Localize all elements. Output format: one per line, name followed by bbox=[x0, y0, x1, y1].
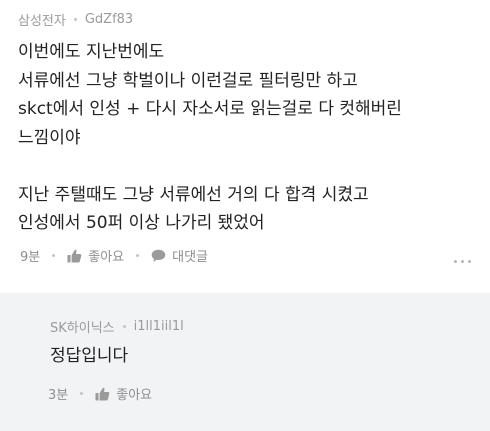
separator-dot bbox=[52, 254, 56, 257]
author-company: 삼성전자 bbox=[18, 14, 66, 29]
comment-line: 지난 주탤때도 그냥 서류에선 거의 다 합격 시켰고 bbox=[18, 184, 369, 205]
comment-line: 느낌이야 bbox=[18, 127, 81, 148]
comment-time: 9분 bbox=[20, 250, 41, 265]
reply-button[interactable]: 대댓글 bbox=[151, 246, 208, 265]
comment-line: 인성에서 50퍼 이상 나가리 됐었어 bbox=[18, 213, 265, 233]
reply-label: 대댓글 bbox=[172, 250, 209, 265]
separator-dot bbox=[136, 254, 140, 257]
comment: 삼성전자 GdZf83 이번에도 지난번에도 서류에선 그냥 학벌이나 이런걸로… bbox=[0, 0, 490, 293]
more-horizontal-icon bbox=[454, 260, 457, 263]
separator-dot bbox=[122, 325, 126, 328]
comment-body: 이번에도 지난번에도 서류에선 그냥 학벌이나 이런걸로 필터링만 하고 skc… bbox=[18, 38, 478, 238]
reply-comment: SK하이닉스 i1ll1iil1l 정답입니다 3분 좋아요 bbox=[0, 293, 490, 431]
reply-text: 정답입니다 bbox=[50, 346, 129, 366]
more-options-button[interactable] bbox=[454, 256, 471, 267]
author-nickname: GdZf83 bbox=[84, 12, 134, 27]
comment-line: skct에서 인성 + 다시 자소서로 읽는걸로 다 컷해버린 bbox=[18, 99, 402, 119]
separator-dot bbox=[73, 18, 77, 21]
reply-author-company: SK하이닉스 bbox=[50, 321, 115, 336]
comment-actions: 9분 좋아요 대댓글 bbox=[20, 246, 208, 265]
comment-author[interactable]: 삼성전자 GdZf83 bbox=[18, 10, 133, 29]
comment-line: 서류에선 그냥 학벌이나 이런걸로 필터링만 하고 bbox=[18, 70, 358, 91]
comment-line: 이번에도 지난번에도 bbox=[18, 42, 165, 62]
like-button[interactable]: 좋아요 bbox=[67, 246, 124, 265]
like-label: 좋아요 bbox=[88, 250, 125, 265]
reply-author-nickname: i1ll1iil1l bbox=[133, 319, 184, 334]
reply-time: 3분 bbox=[48, 388, 69, 403]
reply-author[interactable]: SK하이닉스 i1ll1iil1l bbox=[50, 317, 184, 336]
reply-body: 정답입니다 bbox=[50, 343, 490, 369]
thumbs-up-icon bbox=[67, 249, 82, 262]
speech-bubble-icon bbox=[151, 249, 166, 262]
comment-line-blank bbox=[18, 152, 478, 181]
reply-like-button[interactable]: 좋아요 bbox=[95, 384, 152, 403]
thumbs-up-icon bbox=[95, 387, 110, 400]
reply-actions: 3분 좋아요 bbox=[48, 384, 152, 403]
reply-like-label: 좋아요 bbox=[116, 388, 153, 403]
separator-dot bbox=[80, 392, 84, 395]
